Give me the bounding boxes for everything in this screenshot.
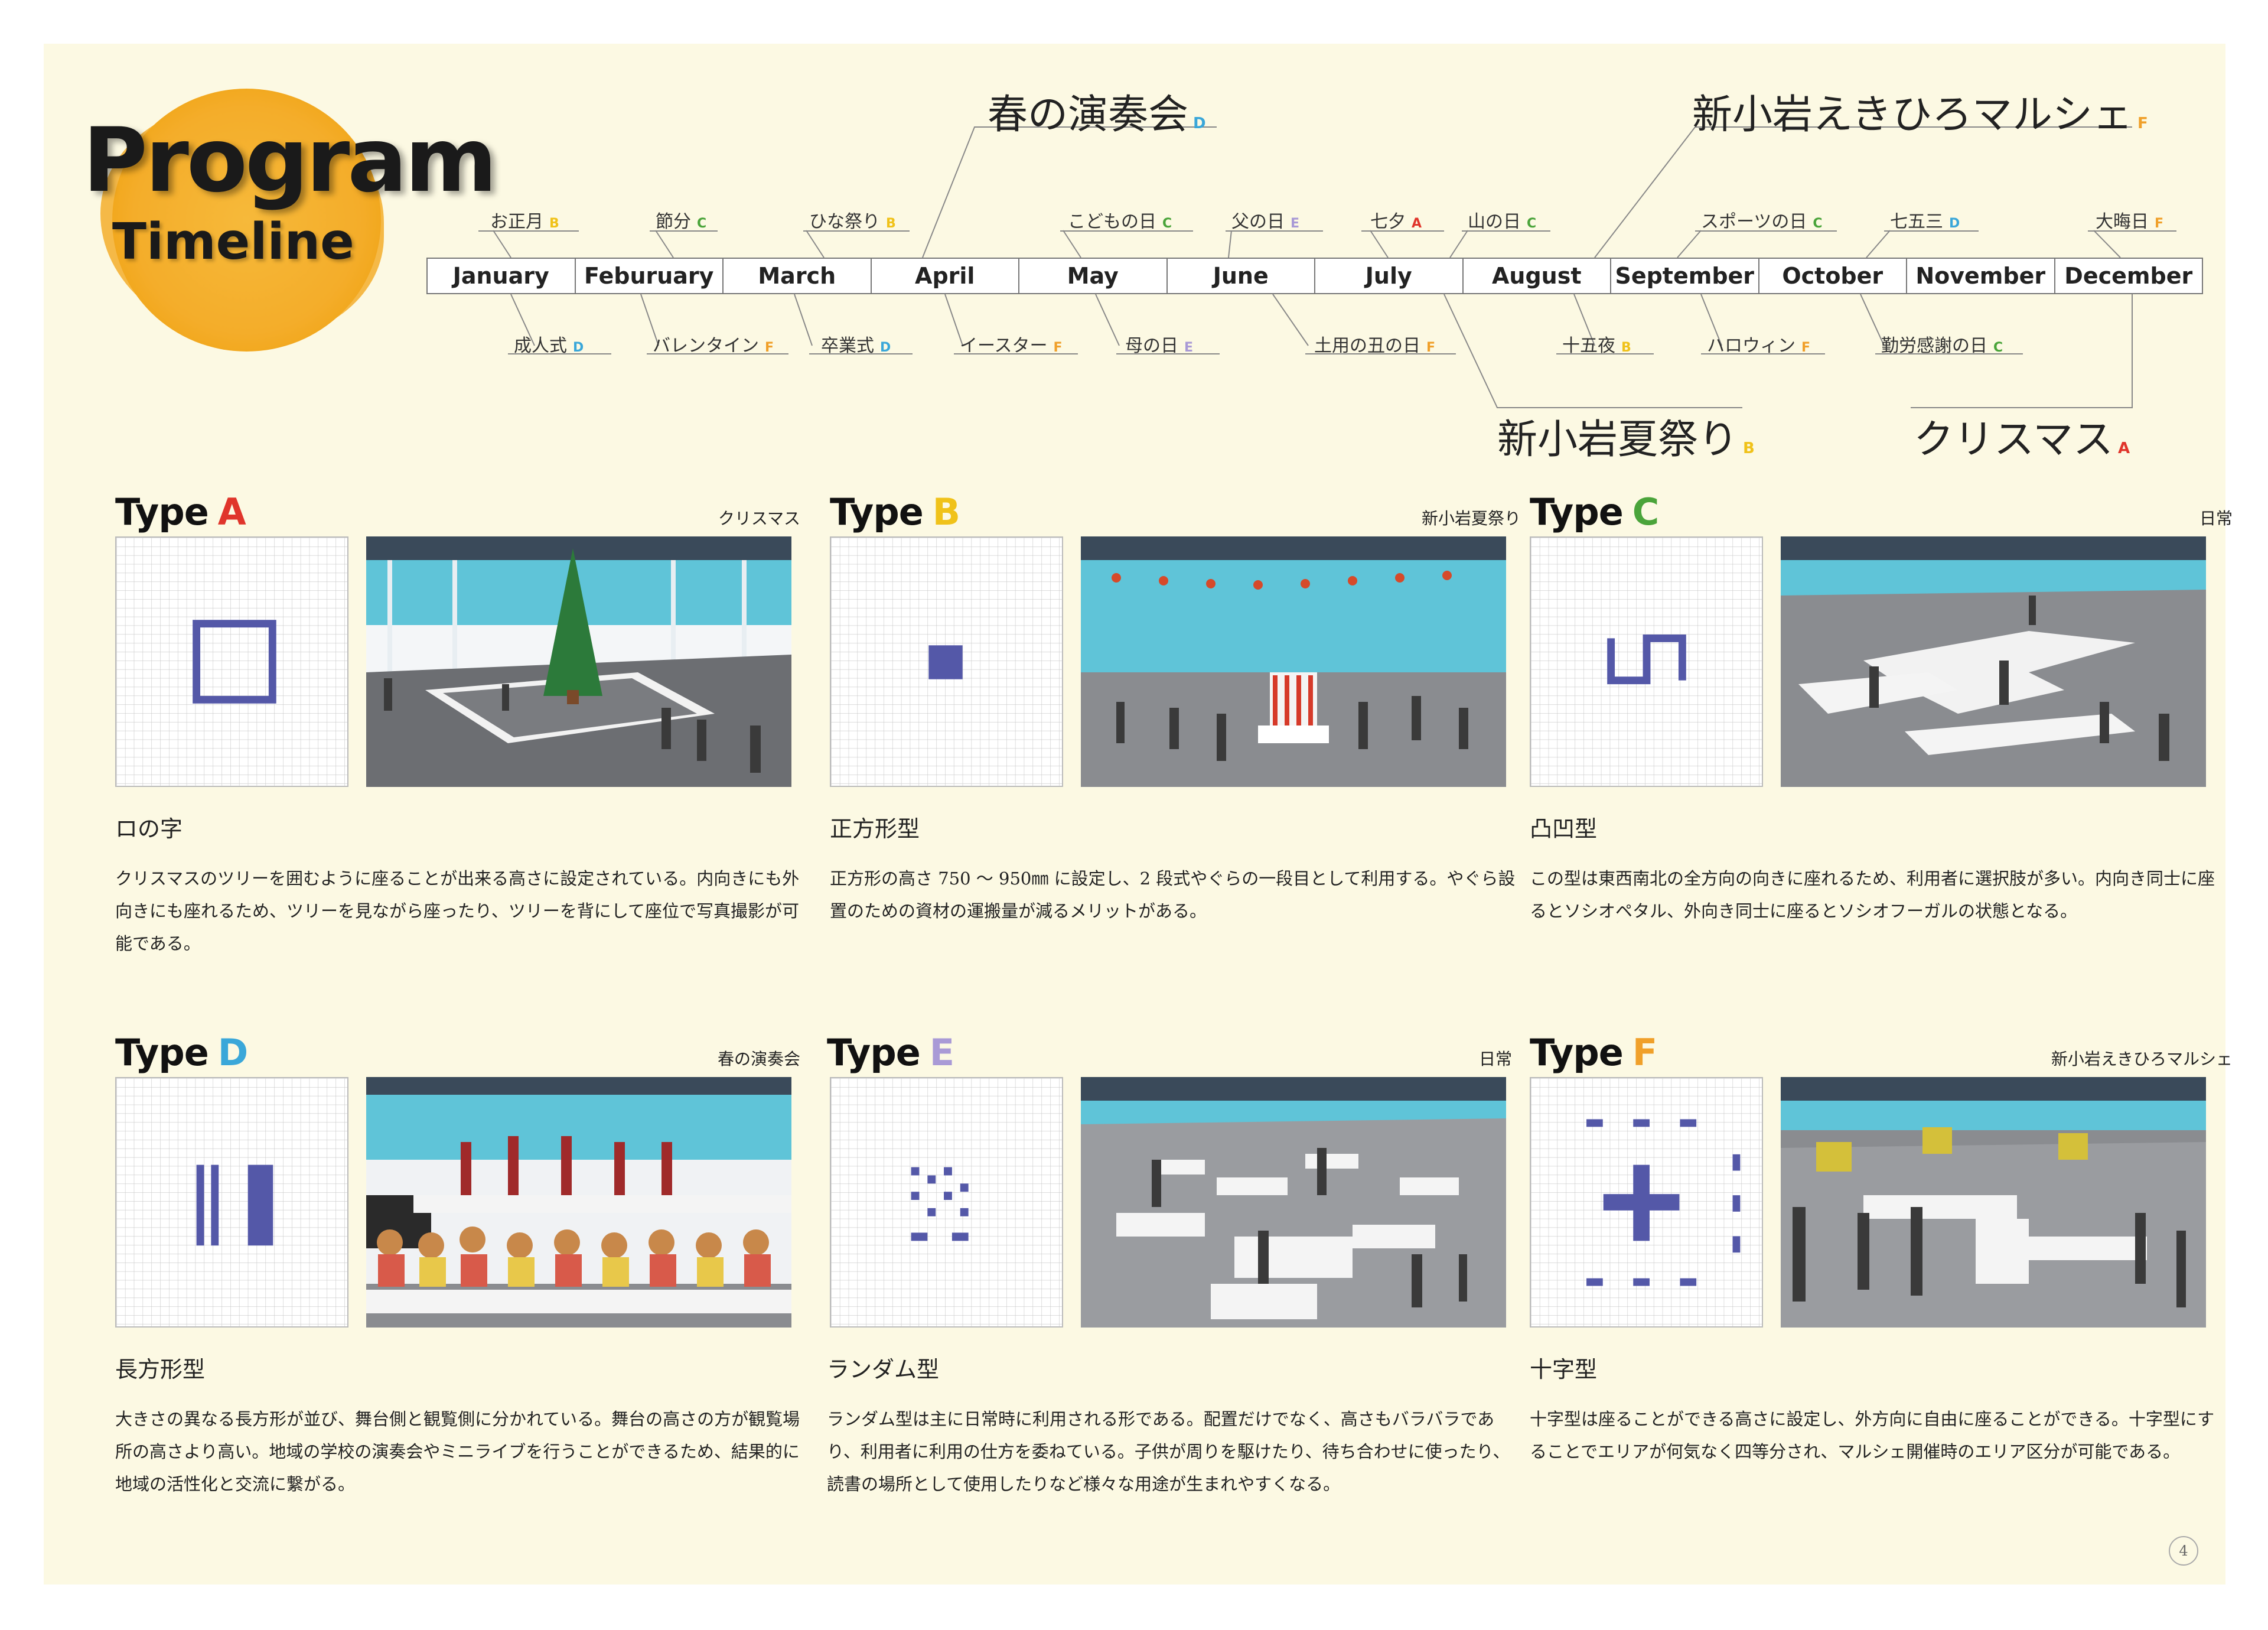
underline bbox=[1060, 230, 1193, 232]
underline bbox=[803, 230, 910, 232]
type-f-description: 十字型は座ることができる高さに設定し、外方向に自由に座ることができる。十字型にす… bbox=[1530, 1409, 2215, 1462]
event-sportsnohi: スポーツの日 C bbox=[1701, 212, 1823, 232]
month-february: Feburuary bbox=[576, 259, 724, 293]
month-july: July bbox=[1315, 259, 1464, 293]
type-e-name: ランダム型 bbox=[827, 1356, 940, 1382]
type-a-plan-diagram bbox=[115, 536, 348, 787]
type-a-heading: Type A bbox=[115, 490, 246, 533]
type-d-plan-diagram bbox=[115, 1077, 348, 1328]
type-f-heading: Type F bbox=[1530, 1031, 1657, 1074]
major-event-haru-ensoukai: 春の演奏会 D bbox=[988, 92, 1206, 138]
month-march: March bbox=[724, 259, 872, 293]
event-shichigosan: 七五三 D bbox=[1890, 212, 1960, 232]
month-june: June bbox=[1168, 259, 1315, 293]
month-december: December bbox=[2064, 263, 2193, 289]
type-b-heading: Type B bbox=[830, 490, 960, 533]
underline bbox=[954, 353, 1078, 354]
underline bbox=[1462, 230, 1550, 232]
month-january: January bbox=[428, 259, 576, 293]
underline bbox=[478, 230, 579, 232]
type-e-heading: Type E bbox=[827, 1031, 954, 1074]
type-a-event: クリスマス bbox=[718, 509, 800, 528]
type-c-heading: Type C bbox=[1530, 490, 1659, 533]
major-event-marche: 新小岩えきひろマルシェ F bbox=[1692, 92, 2148, 138]
type-c-photo-daily-use bbox=[1781, 536, 2206, 787]
event-setsubun: 節分 C bbox=[656, 212, 707, 232]
type-f-name: 十字型 bbox=[1530, 1356, 1598, 1382]
type-a-section: Type A クリスマス ロの字 クリスマスのツリーを囲むように座ることが出来る高… bbox=[115, 490, 812, 963]
type-c-event: 日常 bbox=[2199, 509, 2233, 528]
underline bbox=[1884, 230, 1979, 232]
type-b-plan-diagram bbox=[830, 536, 1063, 787]
type-a-description: クリスマスのツリーを囲むように座ることが出来る高さに設定されている。内向きにも外… bbox=[115, 868, 800, 954]
underline bbox=[647, 353, 788, 354]
page-number: 4 bbox=[2169, 1536, 2198, 1566]
underline bbox=[650, 230, 718, 232]
type-d-name: 長方形型 bbox=[115, 1356, 206, 1382]
underline bbox=[1226, 230, 1323, 232]
type-e-event: 日常 bbox=[1478, 1049, 1512, 1069]
type-f-plan-diagram bbox=[1530, 1077, 1763, 1328]
type-d-event: 春の演奏会 bbox=[717, 1049, 800, 1069]
type-d-photo-concert bbox=[366, 1077, 791, 1328]
type-e-photo-random-seating bbox=[1081, 1077, 1506, 1328]
event-oshogatsu: お正月 B bbox=[490, 212, 559, 232]
event-omisoka: 大晦日 F bbox=[2096, 212, 2164, 232]
event-chichinohi: 父の日 E bbox=[1231, 212, 1300, 232]
type-f-event: 新小岩えきひろマルシェ bbox=[2051, 1049, 2233, 1069]
type-b-description: 正方形の高さ 750 ～ 950㎜ に設定し、2 段式やぐらの一段目として利用す… bbox=[830, 868, 1516, 921]
type-e-section: Type E 日常 ランダム型 ランダム型は主に日常時に利用される形である。配置だ… bbox=[827, 1031, 1524, 1504]
type-b-photo-summer-festival bbox=[1081, 536, 1506, 787]
month-april: April bbox=[872, 259, 1019, 293]
type-a-photo-christmas-tree bbox=[366, 536, 791, 787]
underline bbox=[1875, 353, 2023, 354]
type-e-description: ランダム型は主に日常時に利用される形である。配置だけでなく、高さもバラバラであり… bbox=[827, 1409, 1510, 1494]
underline bbox=[1556, 353, 1654, 354]
month-october: October bbox=[1759, 259, 1907, 293]
event-hinamatsuri: ひな祭り B bbox=[809, 212, 896, 232]
type-c-name: 凸凹型 bbox=[1530, 816, 1598, 842]
type-d-section: Type D 春の演奏会 長方形型 大きさの異なる長方形が並び、舞台側と観覧側に分… bbox=[115, 1031, 812, 1504]
underline bbox=[809, 353, 913, 354]
type-e-plan-diagram bbox=[830, 1077, 1063, 1328]
underline bbox=[2088, 230, 2176, 232]
type-a-name: ロの字 bbox=[115, 816, 183, 842]
type-f-photo-marche bbox=[1781, 1077, 2206, 1328]
event-yamanohi: 山の日 C bbox=[1468, 212, 1537, 232]
month-september: September bbox=[1611, 259, 1759, 293]
type-c-section: Type C 日常 凸凹型 この型は東西南北の全方向の向きに座れるため、利用者に選… bbox=[1530, 490, 2233, 963]
event-tanabata: 七夕 A bbox=[1370, 212, 1422, 232]
type-b-name: 正方形型 bbox=[830, 816, 920, 842]
underline bbox=[1361, 230, 1444, 232]
underline bbox=[1116, 353, 1220, 354]
month-august: August bbox=[1464, 259, 1611, 293]
underline bbox=[508, 353, 611, 354]
major-event-natsumatsuri: 新小岩夏祭り B bbox=[1497, 417, 1755, 463]
type-c-description: この型は東西南北の全方向の向きに座れるため、利用者に選択肢が多い。内向き同士に座… bbox=[1530, 868, 2215, 921]
type-b-section: Type B 新小岩夏祭り 正方形型 正方形の高さ 750 ～ 950㎜ に設定し… bbox=[830, 490, 1527, 963]
type-d-description: 大きさの異なる長方形が並び、舞台側と観覧側に分かれている。舞台の高さの方が観覧場… bbox=[115, 1409, 800, 1494]
major-event-christmas: クリスマス A bbox=[1914, 417, 2130, 463]
type-c-plan-diagram bbox=[1530, 536, 1763, 787]
month-bar: January Feburuary March April May June J… bbox=[426, 258, 2203, 294]
underline bbox=[1701, 353, 1825, 354]
type-b-event: 新小岩夏祭り bbox=[1421, 509, 1521, 528]
month-may: May bbox=[1019, 259, 1168, 293]
underline bbox=[1305, 353, 1456, 354]
event-kodomonohi: こどもの日 C bbox=[1068, 212, 1172, 232]
type-f-section: Type F 新小岩えきひろマルシェ 十字型 十字型は座ることができる高さに設定し… bbox=[1530, 1031, 2233, 1504]
month-november: November bbox=[1907, 259, 2055, 293]
type-d-heading: Type D bbox=[115, 1031, 248, 1074]
underline bbox=[1695, 230, 1837, 232]
